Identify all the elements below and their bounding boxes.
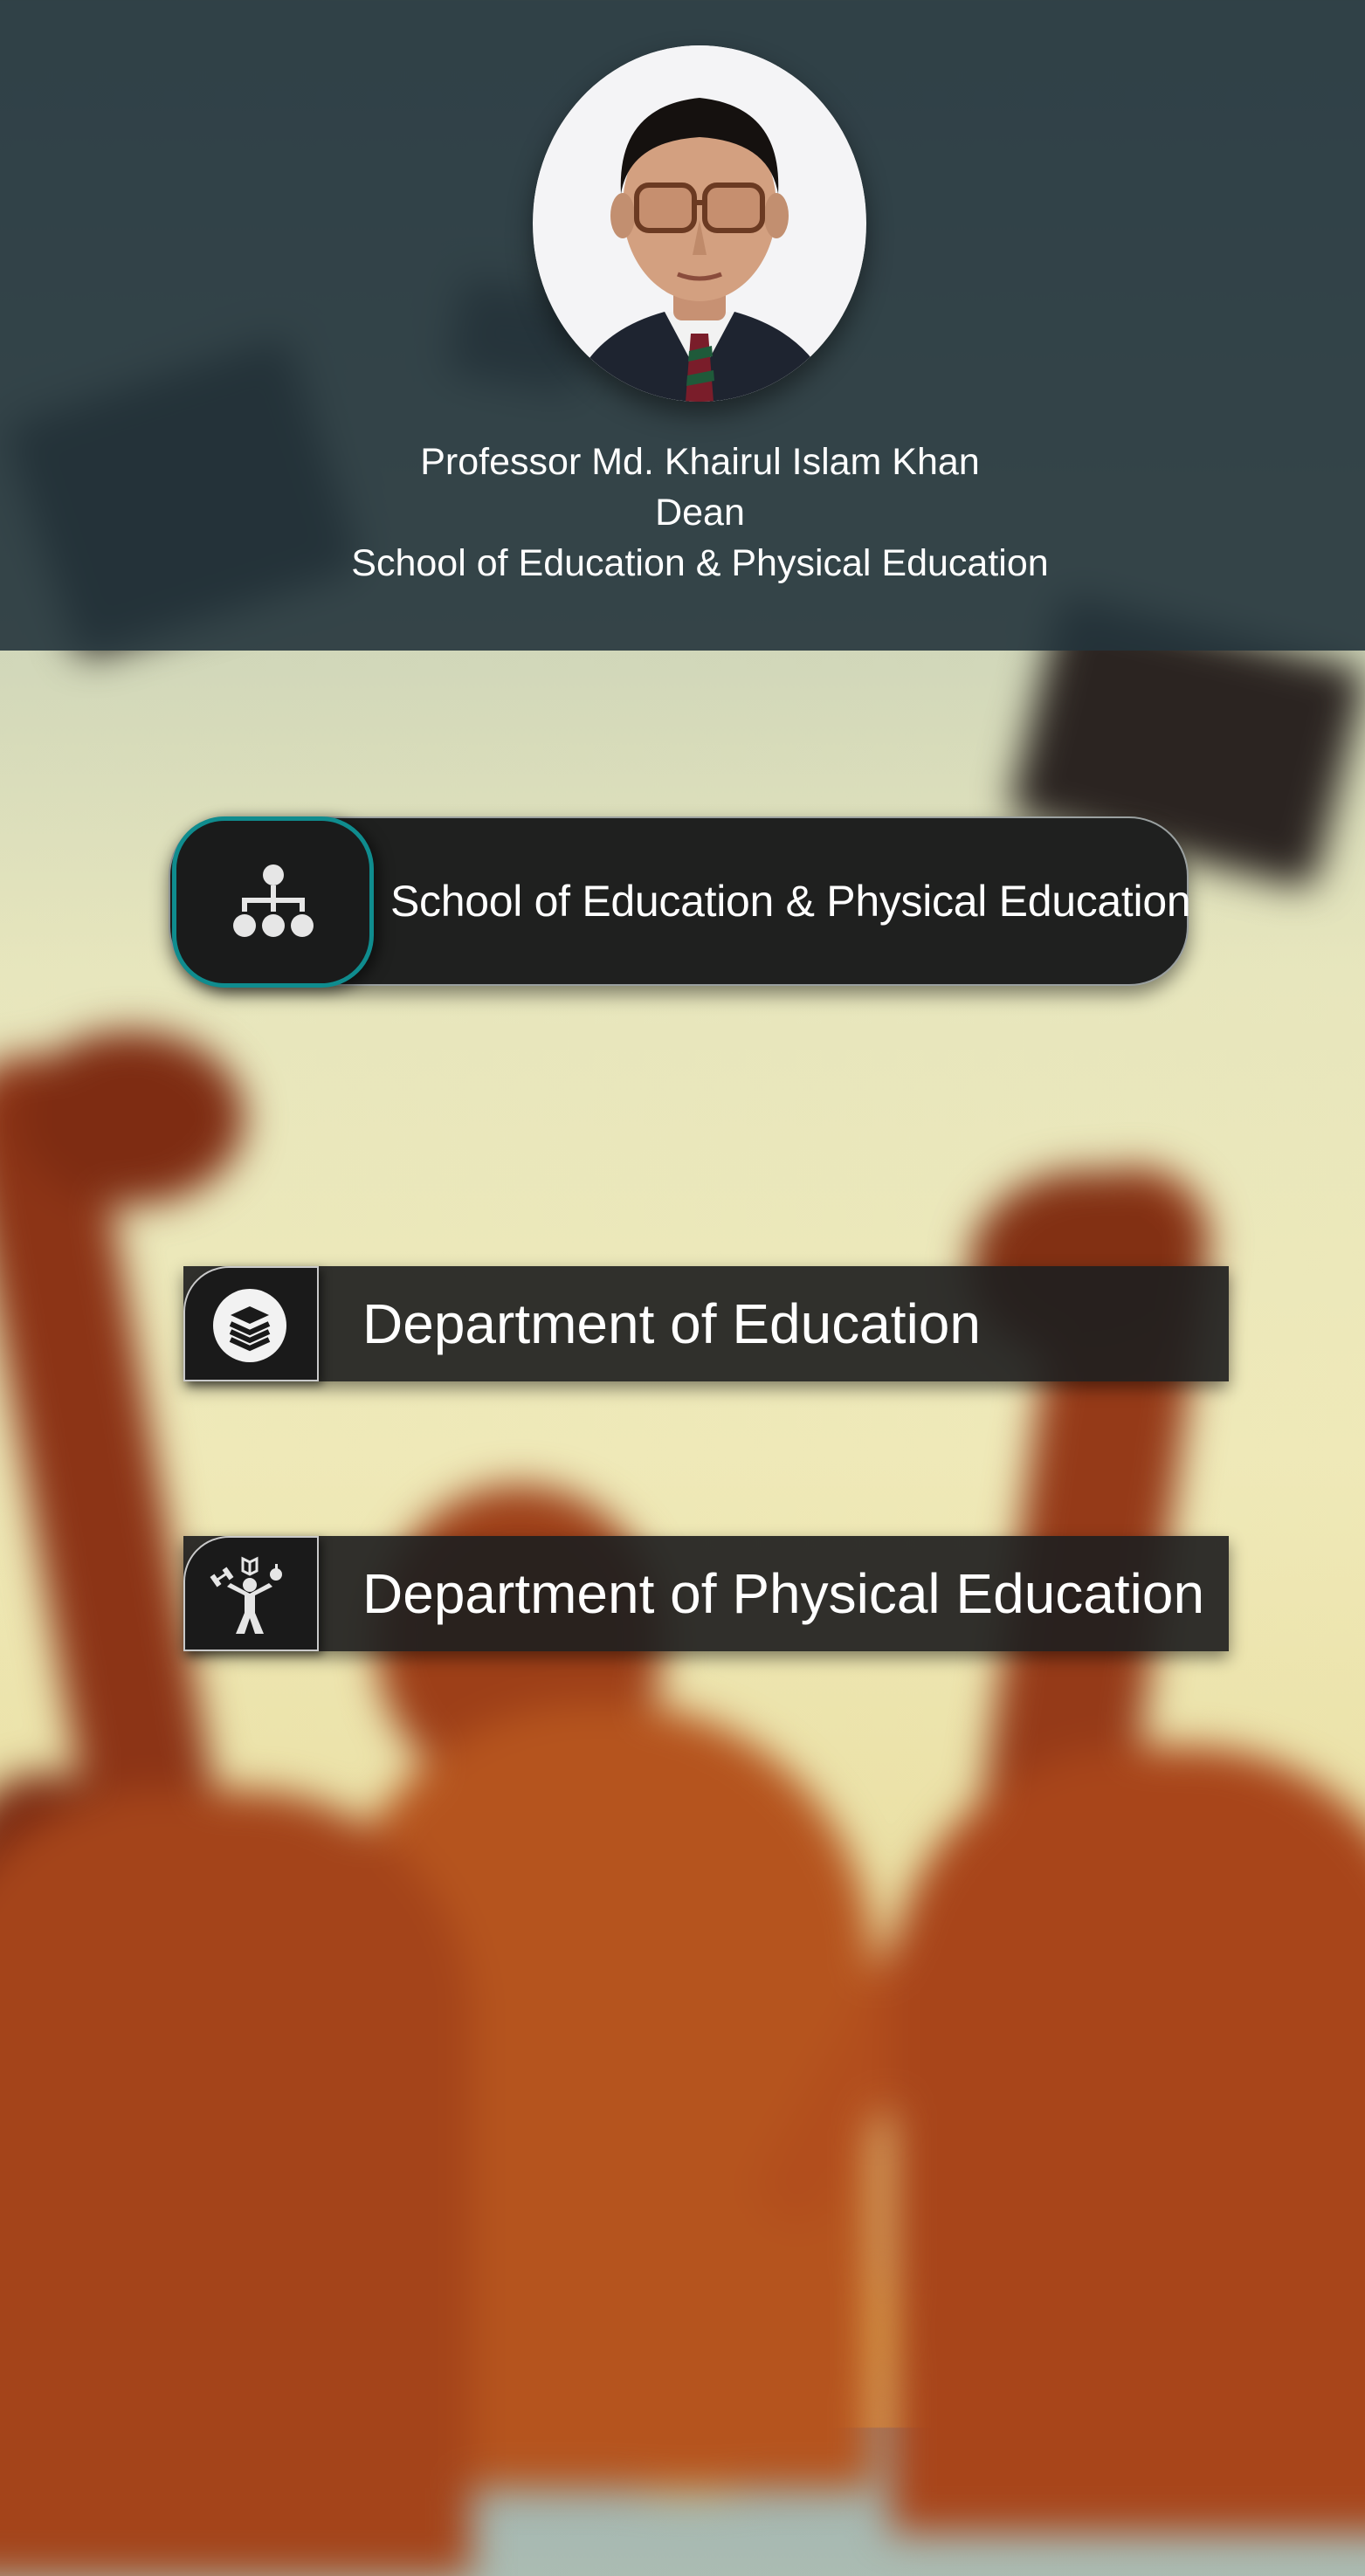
hierarchy-icon [233,864,314,937]
dean-name: Professor Md. Khairul Islam Khan [420,441,980,483]
dean-header: Professor Md. Khairul Islam Khan Dean Sc… [0,0,1365,651]
books-icon [213,1289,286,1362]
school-button[interactable]: School of Education & Physical Education [169,816,1191,988]
school-icon-box [172,816,374,988]
dean-avatar [533,45,866,402]
school-button-label: School of Education & Physical Education [390,877,1191,926]
dean-title: Dean [655,492,745,534]
department-physical-education-label: Department of Physical Education [362,1562,1205,1625]
dean-info: Professor Md. Khairul Islam Khan Dean Sc… [0,437,1365,589]
department-education-icon-box [183,1266,319,1381]
department-physical-education-button[interactable]: Department of Physical Education [183,1536,1229,1651]
department-physical-education-icon-box [183,1536,319,1651]
department-education-button[interactable]: Department of Education [183,1266,1229,1381]
dean-school: School of Education & Physical Education [351,542,1049,584]
department-education-label: Department of Education [362,1292,981,1355]
athlete-icon [210,1556,282,1634]
